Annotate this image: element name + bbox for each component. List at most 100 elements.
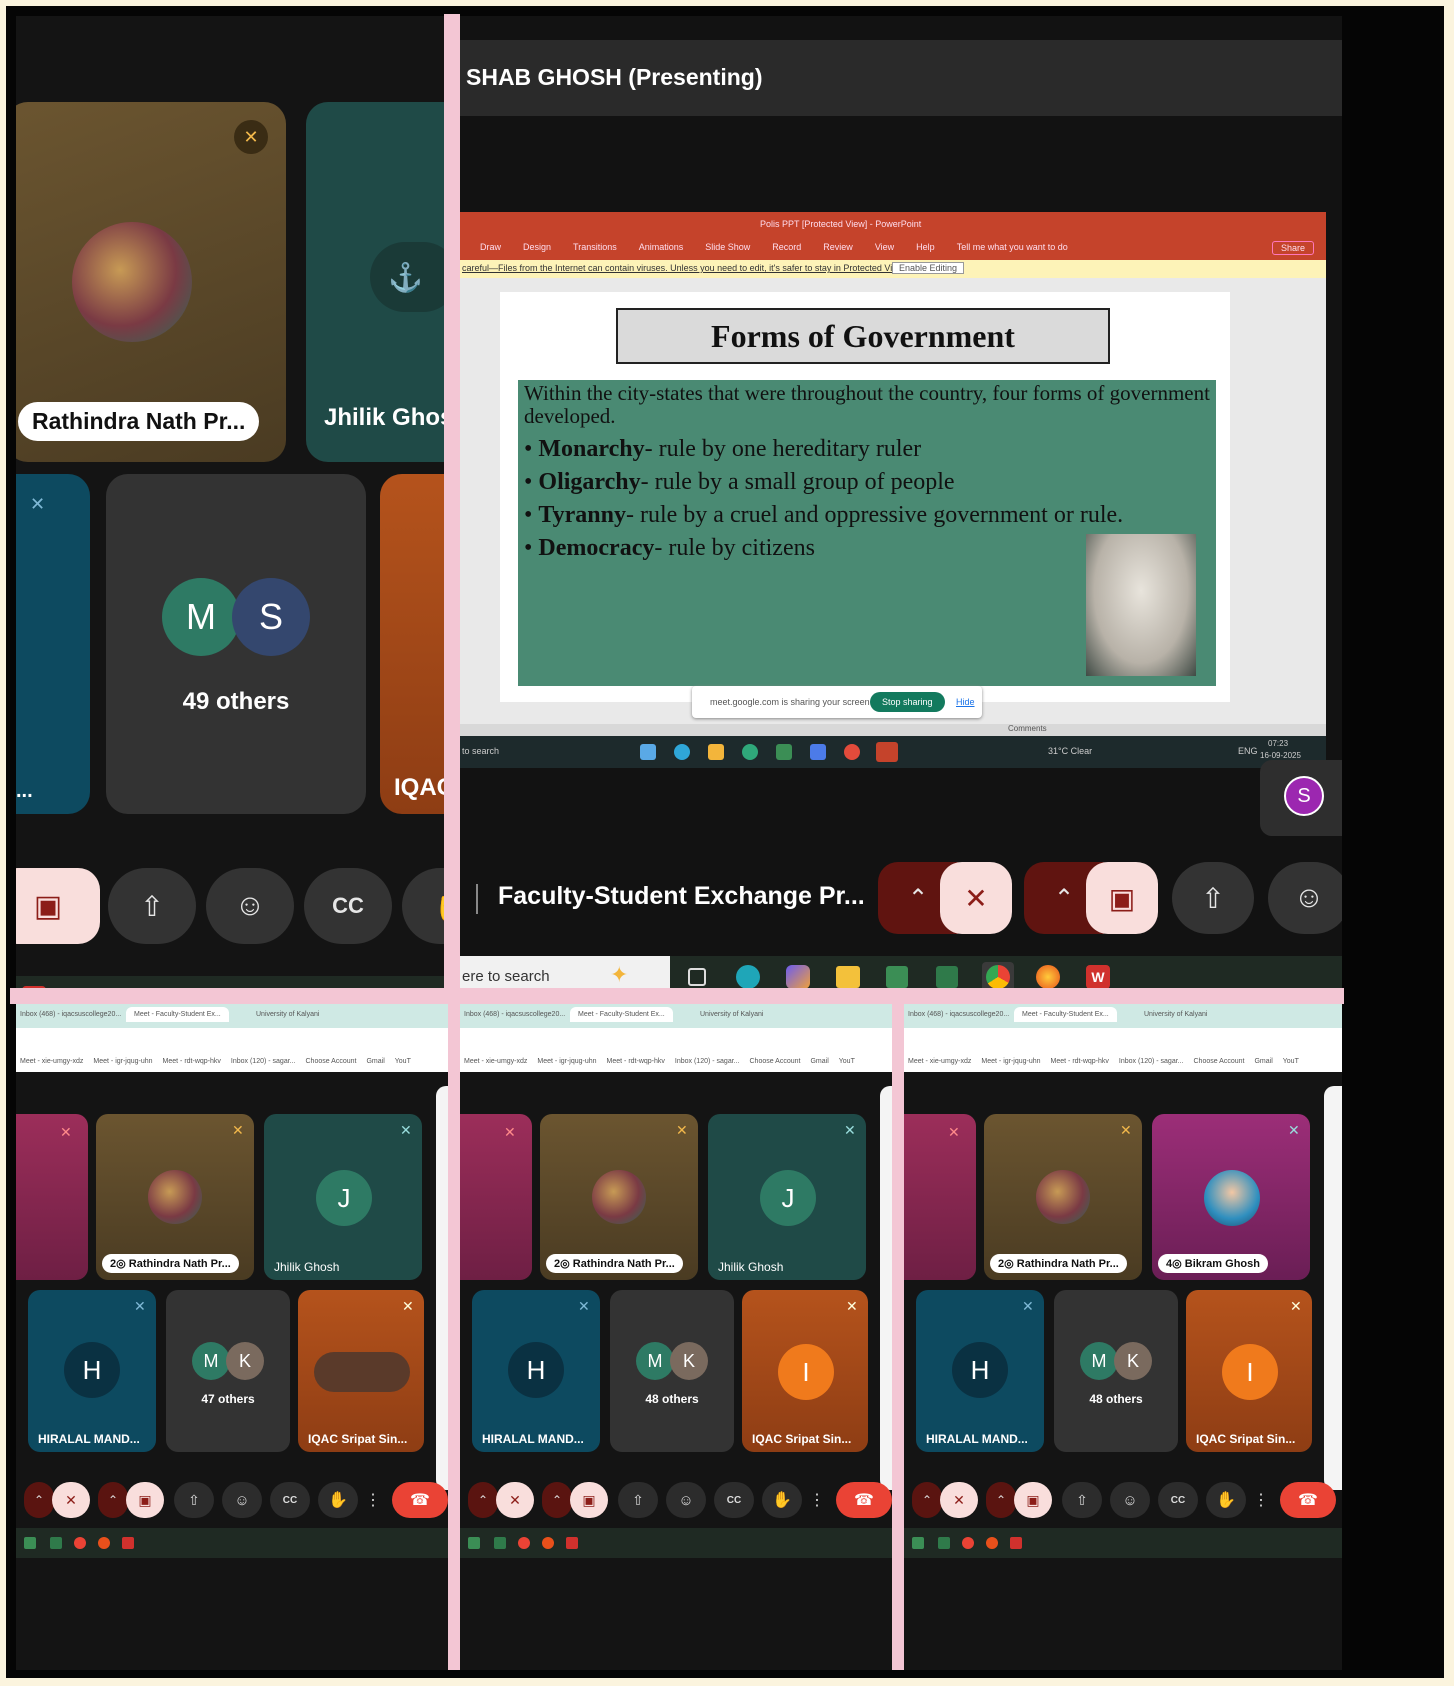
ribbon-tab[interactable]: View	[875, 242, 894, 252]
camera-off-button[interactable]: ▣	[16, 868, 100, 944]
taskbar-app-icon[interactable]	[1010, 1537, 1022, 1549]
bookmark-item[interactable]: Meet - igr-jqug-uhn	[93, 1058, 152, 1065]
others-tile[interactable]: M S 49 others	[106, 474, 366, 814]
participant-tile-rathindra[interactable]: ✕ 2◎ Rathindra Nath Pr...	[984, 1114, 1142, 1280]
camera-off-button[interactable]: ▣	[1014, 1482, 1052, 1518]
bookmark-item[interactable]: Meet - xie-umgy-xdz	[464, 1058, 527, 1065]
leave-call-button[interactable]: ☎	[836, 1482, 892, 1518]
participant-tile-hiralal[interactable]: ✕ H HIRALAL MAND...	[28, 1290, 156, 1452]
app-w-icon[interactable]: W	[1086, 965, 1110, 989]
taskbar-app-icon[interactable]	[518, 1537, 530, 1549]
leave-call-button[interactable]: ☎	[392, 1482, 448, 1518]
taskbar-app-icon[interactable]	[876, 742, 898, 762]
emoji-button[interactable]: ☺	[222, 1482, 262, 1518]
browser-tab-active[interactable]: Meet - Faculty-Student Ex...	[1014, 1007, 1117, 1022]
emoji-button[interactable]: ☺	[666, 1482, 706, 1518]
participant-tile-rathindra[interactable]: ✕ 2◎ Rathindra Nath Pr...	[96, 1114, 254, 1280]
taskbar-app-icon[interactable]	[494, 1537, 506, 1549]
browser-tab[interactable]: University of Kalyani	[1144, 1011, 1207, 1018]
ribbon-tab[interactable]: Draw	[480, 242, 501, 252]
raise-hand-button[interactable]: ✋	[1206, 1482, 1246, 1518]
mic-off-button[interactable]: ✕	[940, 1482, 978, 1518]
participant-tile-partial[interactable]: ✕	[460, 1114, 532, 1280]
taskbar-search[interactable]: to search	[462, 746, 499, 756]
browser-tab[interactable]: Inbox (468) - iqacsuscollege20...	[20, 1011, 121, 1018]
video-options-button[interactable]: ⌃	[98, 1482, 128, 1518]
participant-tile-rathindra[interactable]: ✕ Rathindra Nath Pr...	[16, 102, 286, 462]
more-options-button[interactable]: ⋮	[808, 1482, 826, 1518]
taskbar-app-icon[interactable]	[776, 744, 792, 760]
camera-off-button[interactable]: ▣	[1086, 862, 1158, 934]
browser-tab-active[interactable]: Meet - Faculty-Student Ex...	[570, 1007, 673, 1022]
captions-button[interactable]: CC	[270, 1482, 310, 1518]
stop-sharing-button[interactable]: Stop sharing	[870, 692, 945, 712]
mic-off-button[interactable]: ✕	[52, 1482, 90, 1518]
comments-button[interactable]: Comments	[1008, 724, 1047, 733]
taskbar-app-icon[interactable]	[742, 744, 758, 760]
emoji-button[interactable]: ☺	[1268, 862, 1342, 934]
taskbar-app-icon[interactable]	[566, 1537, 578, 1549]
bookmark-item[interactable]: Meet - xie-umgy-xdz	[908, 1058, 971, 1065]
firefox-icon[interactable]	[1036, 965, 1060, 989]
participant-tile-hiralal[interactable]: ✕ H HIRALAL MAND...	[916, 1290, 1044, 1452]
raise-hand-button[interactable]: ✋	[318, 1482, 358, 1518]
bookmark-item[interactable]: Gmail	[366, 1058, 384, 1065]
bookmark-item[interactable]: Meet - rdt-wqp-hkv	[1051, 1058, 1109, 1065]
others-tile[interactable]: M K 47 others	[166, 1290, 290, 1452]
browser-tab-active[interactable]: Meet - Faculty-Student Ex...	[126, 1007, 229, 1022]
video-options-button[interactable]: ⌃	[986, 1482, 1016, 1518]
bookmark-item[interactable]: Gmail	[810, 1058, 828, 1065]
participant-tile-iqac[interactable]: ✕ I IQAC Sripat Sin...	[1186, 1290, 1312, 1452]
audio-options-button[interactable]: ⌃	[24, 1482, 54, 1518]
more-options-button[interactable]: ⋮	[1252, 1482, 1270, 1518]
taskbar-app-icon[interactable]	[74, 1537, 86, 1549]
store-icon[interactable]	[886, 966, 908, 988]
present-button[interactable]: ⇧	[1062, 1482, 1102, 1518]
ribbon-tab[interactable]: Design	[523, 242, 551, 252]
taskbar-app-icon[interactable]	[986, 1537, 998, 1549]
browser-tab[interactable]: Inbox (468) - iqacsuscollege20...	[908, 1011, 1009, 1018]
browser-tab[interactable]: University of Kalyani	[700, 1011, 763, 1018]
taskbar-app-icon[interactable]	[98, 1537, 110, 1549]
participant-tile-rathindra[interactable]: ✕ 2◎ Rathindra Nath Pr...	[540, 1114, 698, 1280]
taskbar-app-icon[interactable]	[938, 1537, 950, 1549]
others-tile[interactable]: M K 48 others	[610, 1290, 734, 1452]
mic-off-button[interactable]: ✕	[940, 862, 1012, 934]
taskbar-app-icon[interactable]	[122, 1537, 134, 1549]
file-explorer-icon[interactable]	[836, 966, 860, 988]
participant-tile-partial[interactable]: ✕ ...	[16, 474, 90, 814]
captions-button[interactable]: CC	[714, 1482, 754, 1518]
browser-tab[interactable]: University of Kalyani	[256, 1011, 319, 1018]
outlook-icon[interactable]	[936, 966, 958, 988]
bookmark-item[interactable]: Inbox (120) - sagar...	[1119, 1058, 1184, 1065]
ribbon-tab[interactable]: Animations	[639, 242, 684, 252]
ribbon-tab[interactable]: Record	[772, 242, 801, 252]
mic-off-button[interactable]: ✕	[496, 1482, 534, 1518]
hide-link[interactable]: Hide	[956, 697, 975, 707]
enable-editing-button[interactable]: Enable Editing	[892, 262, 965, 274]
taskbar-app-icon[interactable]	[912, 1537, 924, 1549]
video-options-button[interactable]: ⌃	[542, 1482, 572, 1518]
camera-off-button[interactable]: ▣	[570, 1482, 608, 1518]
more-options-button[interactable]: ⋮	[364, 1482, 382, 1518]
captions-button[interactable]: CC	[304, 868, 392, 944]
bookmark-item[interactable]: Meet - rdt-wqp-hkv	[607, 1058, 665, 1065]
participant-tile-second[interactable]: ✕ J Jhilik Ghosh	[708, 1114, 866, 1280]
present-button[interactable]: ⇧	[174, 1482, 214, 1518]
taskbar-app-icon[interactable]	[24, 1537, 36, 1549]
bookmark-item[interactable]: Meet - igr-jqug-uhn	[981, 1058, 1040, 1065]
participant-tile-partial[interactable]: ✕	[16, 1114, 88, 1280]
taskbar-app-icon[interactable]	[962, 1537, 974, 1549]
participant-tile-bikram[interactable]: ✕ 4◎ Bikram Ghosh	[1152, 1114, 1310, 1280]
emoji-button[interactable]: ☺	[1110, 1482, 1150, 1518]
others-tile[interactable]: M K 48 others	[1054, 1290, 1178, 1452]
taskbar-app-icon[interactable]	[640, 744, 656, 760]
emoji-button[interactable]: ☺	[206, 868, 294, 944]
present-button[interactable]: ⇧	[618, 1482, 658, 1518]
browser-tab[interactable]: Inbox (468) - iqacsuscollege20...	[464, 1011, 565, 1018]
bookmark-item[interactable]: Meet - igr-jqug-uhn	[537, 1058, 596, 1065]
share-button[interactable]: Share	[1271, 241, 1314, 255]
task-view-icon[interactable]	[688, 968, 706, 986]
taskbar-app-icon[interactable]	[542, 1537, 554, 1549]
taskbar-app-icon[interactable]	[810, 744, 826, 760]
